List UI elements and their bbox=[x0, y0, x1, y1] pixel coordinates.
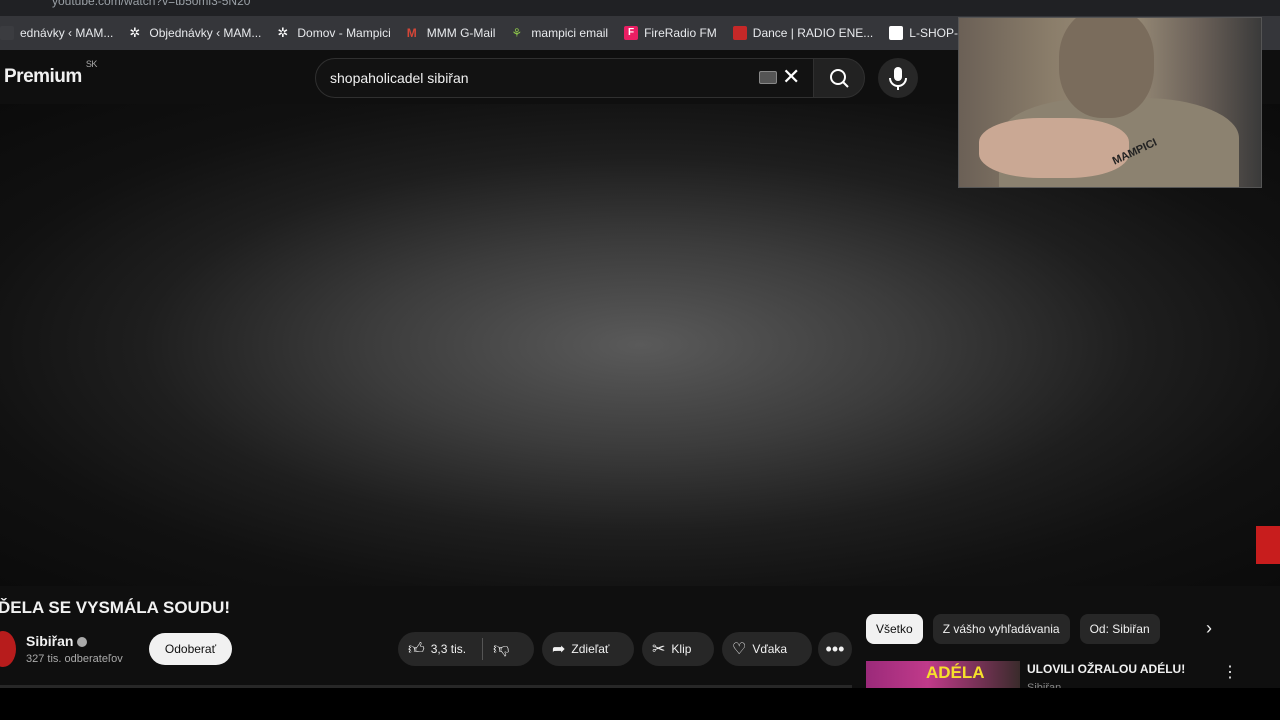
clip-button[interactable]: ✂ Klip bbox=[642, 632, 714, 666]
chip-from-channel[interactable]: Od: Sibiřan bbox=[1079, 614, 1160, 644]
bookmark-item[interactable]: Dance | RADIO ENE... bbox=[732, 26, 873, 40]
search-input[interactable]: shopaholicadel sibiřan ✕ bbox=[315, 58, 815, 98]
keyboard-icon[interactable] bbox=[759, 71, 777, 84]
url-text[interactable]: youtube.com/watch?v=tb5oml3-5N20 bbox=[52, 0, 250, 8]
gmail-icon: M bbox=[406, 26, 417, 40]
plant-icon: ⚘ bbox=[511, 26, 523, 40]
search-button[interactable] bbox=[813, 58, 865, 98]
more-horizontal-icon: ••• bbox=[825, 638, 845, 659]
thumbnail-text: ADÉLA bbox=[926, 663, 985, 682]
avatar[interactable] bbox=[0, 631, 16, 667]
bookmark-item[interactable]: ✲ Objednávky ‹ MAM... bbox=[129, 25, 261, 41]
youtube-premium-logo[interactable]: PremiumSK bbox=[4, 59, 97, 88]
bookmark-item[interactable]: ednávky ‹ MAM... bbox=[0, 26, 113, 40]
recommendation-thumbnail[interactable]: ADÉLA bbox=[866, 661, 1020, 691]
person-head bbox=[1059, 18, 1154, 118]
heart-dollar-icon: ♡ bbox=[732, 641, 747, 658]
chip-from-search[interactable]: Z vášho vyhľadávania bbox=[932, 614, 1070, 644]
chevron-right-icon[interactable]: › bbox=[1206, 618, 1212, 639]
bookmark-item[interactable]: F FireRadio FM bbox=[624, 26, 717, 40]
subscriber-count: 327 tis. odberateľov bbox=[26, 653, 123, 665]
scissors-icon: ✂ bbox=[652, 641, 666, 658]
like-count[interactable]: 3,3 tis. bbox=[431, 642, 466, 656]
energy-icon bbox=[732, 26, 747, 40]
thumbs-up-icon[interactable]: 👍︎ bbox=[408, 640, 425, 659]
thanks-button[interactable]: ♡ Vďaka bbox=[722, 632, 812, 666]
like-dislike-group: 👍︎ 3,3 tis. 👎︎ bbox=[398, 632, 534, 666]
channel-name[interactable]: Sibiřan bbox=[26, 633, 88, 649]
side-thumbnail[interactable] bbox=[1256, 526, 1280, 564]
bookmark-item[interactable]: M MMM G-Mail bbox=[407, 26, 496, 40]
person-hand bbox=[979, 118, 1129, 178]
bookmark-item[interactable]: ⚘ mampici email bbox=[511, 26, 608, 40]
voice-search-button[interactable] bbox=[878, 58, 918, 98]
share-icon: ➦ bbox=[552, 641, 566, 658]
video-title: ĎELA SE VYSMÁLA SOUDU! bbox=[0, 598, 231, 617]
more-actions-button[interactable]: ••• bbox=[818, 632, 852, 666]
close-icon[interactable]: ✕ bbox=[782, 64, 800, 90]
filter-chips: Všetko Z vášho vyhľadávania Od: Sibiřan bbox=[866, 614, 1170, 644]
verified-icon bbox=[77, 637, 88, 648]
chip-all[interactable]: Všetko bbox=[866, 614, 923, 644]
fire-icon: F bbox=[624, 26, 639, 40]
subscribe-button[interactable]: Odoberať bbox=[149, 633, 232, 665]
shop-icon bbox=[889, 26, 904, 40]
search-query[interactable]: shopaholicadel sibiřan bbox=[330, 70, 469, 86]
asterisk-icon: ✲ bbox=[129, 25, 141, 40]
webcam-overlay: MAMPICI bbox=[958, 17, 1262, 188]
bookmark-item[interactable]: ✲ Domov - Mampici bbox=[277, 25, 390, 41]
asterisk-icon: ✲ bbox=[277, 25, 289, 40]
browser-url-bar[interactable]: youtube.com/watch?v=tb5oml3-5N20 bbox=[0, 0, 1280, 16]
search-icon bbox=[830, 69, 849, 88]
more-vertical-icon[interactable]: ⋮ bbox=[1222, 662, 1238, 682]
microphone-icon bbox=[889, 67, 907, 90]
recommendation-title[interactable]: ULOVILI OŽRALOU ADÉLU! bbox=[1027, 662, 1185, 676]
bottom-bar bbox=[0, 688, 1280, 720]
share-button[interactable]: ➦ Zdieľať bbox=[542, 632, 634, 666]
thumbs-down-icon[interactable]: 👎︎ bbox=[493, 640, 509, 659]
